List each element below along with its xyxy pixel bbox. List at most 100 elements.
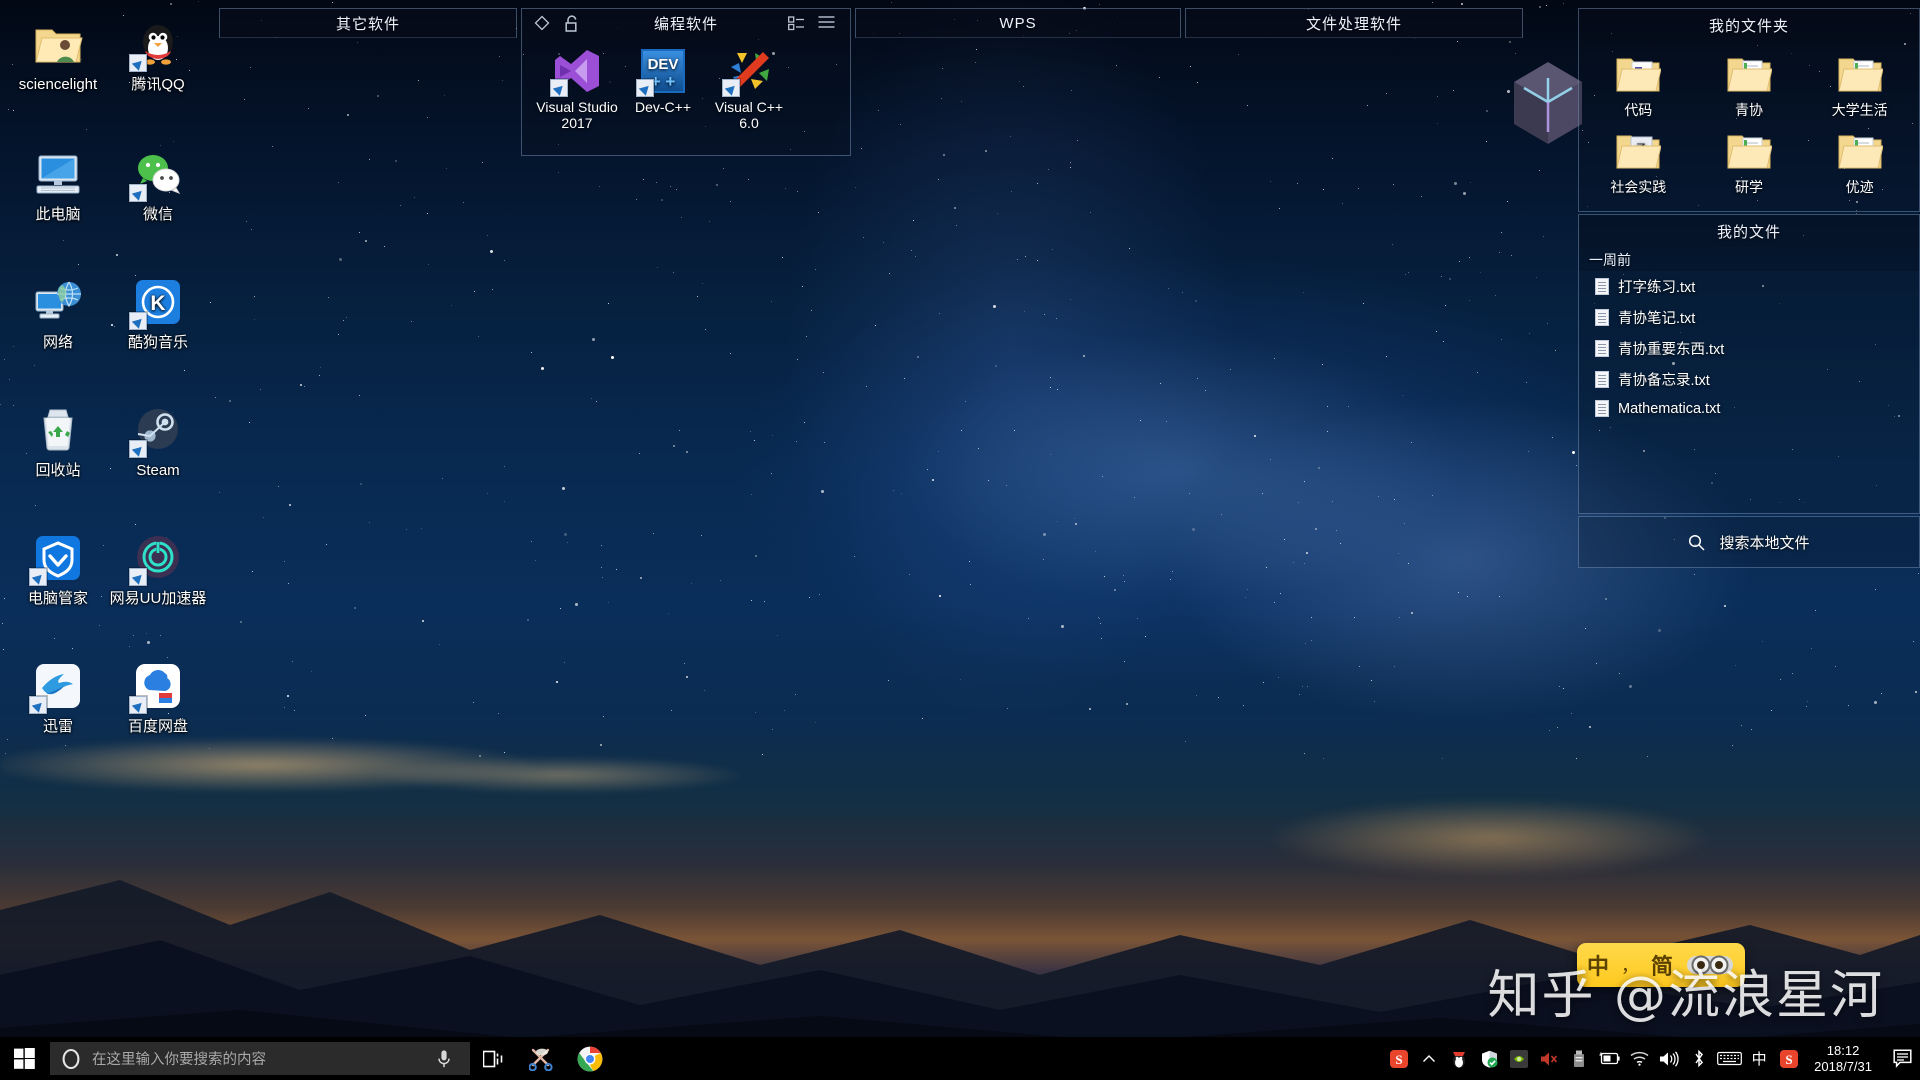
taskbar-clock[interactable]: 18:12 2018/7/31	[1806, 1037, 1884, 1080]
task-view-button[interactable]	[470, 1037, 518, 1080]
shortcut-overlay-icon	[129, 696, 147, 714]
search-local-files-button[interactable]: 搜索本地文件	[1578, 516, 1920, 568]
text-file-icon	[1595, 400, 1609, 417]
sidebar-folder-item[interactable]: 研学	[1694, 124, 1805, 201]
cortana-search-box[interactable]: 在这里输入你要搜索的内容	[50, 1042, 470, 1075]
desktop-icon-thunder[interactable]: 迅雷	[8, 660, 108, 735]
desktop-icon-netease-uu[interactable]: 网易UU加速器	[108, 532, 208, 607]
desktop-icon-steam[interactable]: Steam	[108, 404, 208, 479]
fence-file-processing[interactable]: 文件处理软件	[1185, 8, 1523, 38]
desktop-icon-user-folder[interactable]: sciencelight	[8, 18, 108, 93]
fence-body	[1186, 39, 1522, 51]
tray-bluetooth[interactable]	[1684, 1037, 1714, 1080]
desktop-icon-baidu-pan[interactable]: 百度网盘	[108, 660, 208, 735]
unlock-icon[interactable]	[564, 15, 582, 33]
desktop-icon-wechat[interactable]: 微信	[108, 148, 208, 223]
file-list: 打字练习.txt 青协笔记.txt 青协重要东西.txt青协备忘录.txtMathe…	[1579, 271, 1919, 422]
dev-cpp-icon: DEV+ +	[639, 47, 687, 95]
tray-thunder-tray[interactable]	[1444, 1037, 1474, 1080]
desktop-icon-recycle-bin[interactable]: 回收站	[8, 404, 108, 479]
tray-volume-mute[interactable]	[1534, 1037, 1564, 1080]
sidebar-folder-item[interactable]: 大学生活	[1804, 47, 1915, 124]
tray-flash-drive[interactable]	[1564, 1037, 1594, 1080]
clock-date: 2018/7/31	[1814, 1059, 1872, 1075]
tray-battery[interactable]	[1594, 1037, 1624, 1080]
sidebar-file-item[interactable]: Mathematica.txt	[1579, 395, 1919, 422]
my-files-panel: 我的文件 一周前 打字练习.txt青协笔记.txt青协重要东西.txt青协备忘录…	[1578, 214, 1920, 514]
fence-title: 其它软件	[336, 13, 400, 34]
tray-nvidia[interactable]	[1504, 1037, 1534, 1080]
kugou-music-icon: K	[132, 276, 184, 328]
tray-ime-chinese[interactable]: 中	[1744, 1037, 1774, 1080]
desktop-icon-pc-manager[interactable]: 电脑管家	[8, 532, 108, 607]
sidebar-folder-item[interactable]: 优迹	[1804, 124, 1915, 201]
sidebar-file-item[interactable]: 青协备忘录.txt	[1579, 364, 1919, 395]
text-file-icon	[1595, 309, 1609, 326]
sidebar-folder-item[interactable]: 青协	[1694, 47, 1805, 124]
fence-item-visual-studio[interactable]: Visual Studio 2017	[536, 47, 618, 131]
tray-sogou-pinyin[interactable]: S	[1384, 1037, 1414, 1080]
shortcut-overlay-icon	[29, 696, 47, 714]
desktop-icon-network[interactable]: 网络	[8, 276, 108, 351]
action-center-button[interactable]	[1884, 1037, 1920, 1080]
tray-keyboard[interactable]	[1714, 1037, 1744, 1080]
sidebar-folder-label: 青协	[1735, 102, 1763, 118]
ime-punctuation-label[interactable]: ，	[1621, 952, 1639, 978]
sidebar-file-item[interactable]: 青协重要东西.txt	[1579, 333, 1919, 364]
tray-sogou-ime[interactable]: S	[1774, 1037, 1804, 1080]
text-file-icon	[1595, 340, 1609, 357]
fence-body	[220, 39, 516, 51]
shortcut-overlay-icon	[129, 568, 147, 586]
tray-sound[interactable]	[1654, 1037, 1684, 1080]
sidebar-file-item[interactable]: 打字练习.txt	[1579, 271, 1919, 302]
user-folder-icon	[32, 18, 84, 70]
desktop-icon-label: 微信	[108, 206, 208, 223]
diamond-icon[interactable]	[534, 15, 552, 33]
shortcut-overlay-icon	[129, 54, 147, 72]
fence-other-software[interactable]: 其它软件	[219, 8, 517, 38]
tray-show-hidden-icons[interactable]	[1414, 1037, 1444, 1080]
fence-header: 文件处理软件	[1186, 9, 1522, 39]
fence-body	[856, 39, 1180, 51]
ime-mode-label[interactable]: 中	[1587, 949, 1609, 981]
minion-icon[interactable]	[1685, 951, 1735, 979]
desktop-icon-label: sciencelight	[8, 76, 108, 93]
shortcut-overlay-icon	[129, 184, 147, 202]
desktop-icon-this-pc[interactable]: 此电脑	[8, 148, 108, 223]
visual-studio-icon	[553, 47, 601, 95]
shortcut-overlay-icon	[129, 312, 147, 330]
microphone-icon[interactable]	[436, 1049, 452, 1069]
desktop-icon-qq-penguin[interactable]: 腾讯QQ	[108, 18, 208, 93]
desktop-icon-label: Steam	[108, 462, 208, 479]
ime-style-label[interactable]: 简	[1651, 949, 1673, 981]
sidebar-folder-item[interactable]: 代码	[1583, 47, 1694, 124]
desktop-sidebar: 我的文件夹 代码青协大学生活承社会实践研学优迹 我的文件 一周前 打字练习.tx…	[1578, 8, 1920, 668]
menu-icon[interactable]	[818, 15, 836, 33]
cortana-search-placeholder: 在这里输入你要搜索的内容	[92, 1048, 436, 1069]
fence-item-dev-cpp[interactable]: DEV+ +Dev-C++	[622, 47, 704, 131]
shortcut-overlay-icon	[129, 440, 147, 458]
desktop-icon-kugou-music[interactable]: K酷狗音乐	[108, 276, 208, 351]
fence-item-visual-cpp6[interactable]: Visual C++ 6.0	[708, 47, 790, 131]
visual-cpp6-icon	[725, 47, 773, 95]
fence-body: Visual Studio 2017DEV+ +Dev-C++Visual C+…	[522, 39, 850, 135]
sunset-glow	[1180, 760, 1800, 890]
sidebar-folder-label: 研学	[1735, 179, 1763, 195]
tray-security[interactable]	[1474, 1037, 1504, 1080]
fence-wps[interactable]: WPS	[855, 8, 1181, 38]
sidebar-file-item[interactable]: 青协笔记.txt	[1579, 302, 1919, 333]
snipping-tool-button[interactable]	[518, 1037, 566, 1080]
fence-programming[interactable]: 编程软件Visual Studio 2017DEV+ +Dev-C++Visua…	[521, 8, 851, 156]
folder-grid: 代码 青协 大学生活承社会实践研学 优迹	[1579, 41, 1919, 211]
this-pc-icon	[32, 148, 84, 200]
start-button[interactable]	[0, 1037, 48, 1080]
tray-network[interactable]	[1624, 1037, 1654, 1080]
mountain-silhouette	[0, 760, 1920, 1080]
list-view-icon[interactable]	[788, 15, 806, 33]
cortana-icon	[60, 1048, 82, 1070]
chrome-button[interactable]	[566, 1037, 614, 1080]
sidebar-folder-label: 代码	[1624, 102, 1652, 118]
sogou-ime-toolbar[interactable]: 中 ， 简	[1577, 943, 1745, 987]
sidebar-file-name: 青协笔记.txt	[1618, 307, 1695, 328]
sidebar-folder-item[interactable]: 承社会实践	[1583, 124, 1694, 201]
